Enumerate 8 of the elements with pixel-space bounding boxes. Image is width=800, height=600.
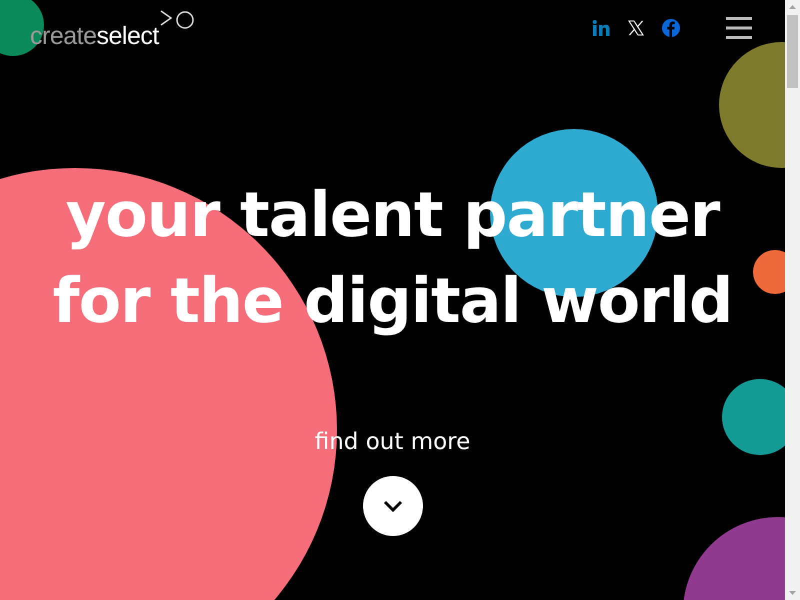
headline-line: for the digital world (52, 263, 732, 339)
menu-icon[interactable] (726, 16, 752, 40)
facebook-icon[interactable] (662, 19, 680, 37)
scrollbar[interactable] (785, 0, 800, 600)
x-logo-icon[interactable] (628, 20, 644, 36)
scrollbar-thumb[interactable] (787, 15, 798, 88)
linkedin-icon[interactable] (592, 20, 610, 36)
chevron-down-icon (382, 499, 404, 513)
